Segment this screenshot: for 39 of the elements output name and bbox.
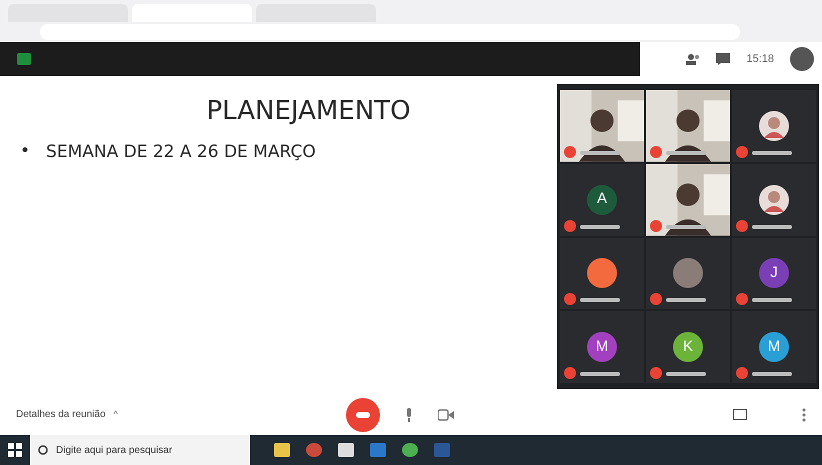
name-label — [666, 150, 706, 155]
meeting-details-link[interactable]: Detalhes da reunião — [16, 407, 106, 422]
name-label — [752, 372, 792, 376]
name-label — [752, 224, 792, 228]
name-label — [752, 150, 792, 155]
search-icon — [38, 445, 48, 455]
windows-start-icon[interactable] — [8, 443, 22, 457]
screen-icon — [16, 52, 32, 66]
camera-icon[interactable] — [438, 408, 454, 420]
participant-avatar: J — [759, 258, 789, 288]
name-label — [666, 372, 706, 376]
browser-icon[interactable] — [402, 443, 418, 457]
app-icon[interactable] — [306, 443, 322, 457]
name-label — [666, 298, 706, 302]
name-label — [752, 298, 792, 302]
avatar-icon — [759, 110, 789, 141]
avatar-icon — [759, 184, 789, 215]
participant-avatar: K — [673, 332, 703, 362]
avatar-icon[interactable] — [790, 47, 814, 71]
hang-up-button[interactable] — [346, 398, 380, 432]
name-label — [580, 150, 620, 155]
slide-bullet: SEMANA DE 22 A 26 DE MARÇO — [46, 140, 316, 163]
name-label — [580, 372, 620, 376]
slide-title: PLANEJAMENTO — [206, 95, 411, 128]
participant-avatar: M — [759, 332, 789, 362]
participant-avatar: M — [587, 332, 617, 362]
more-options-icon[interactable] — [802, 408, 806, 422]
participant-avatar: A — [587, 184, 617, 215]
name-label — [666, 224, 706, 228]
clock-time: 15:18 — [746, 52, 774, 67]
bullet-marker: • — [20, 140, 30, 163]
chat-icon[interactable] — [716, 53, 730, 65]
taskbar-search-field[interactable]: Digite aqui para pesquisar — [30, 435, 250, 465]
caret-icon[interactable]: ^ — [114, 408, 118, 422]
microphone-icon[interactable] — [404, 408, 414, 422]
name-label — [580, 224, 620, 228]
present-screen-icon[interactable] — [733, 409, 747, 420]
people-icon[interactable] — [686, 53, 700, 65]
name-label — [580, 298, 620, 302]
